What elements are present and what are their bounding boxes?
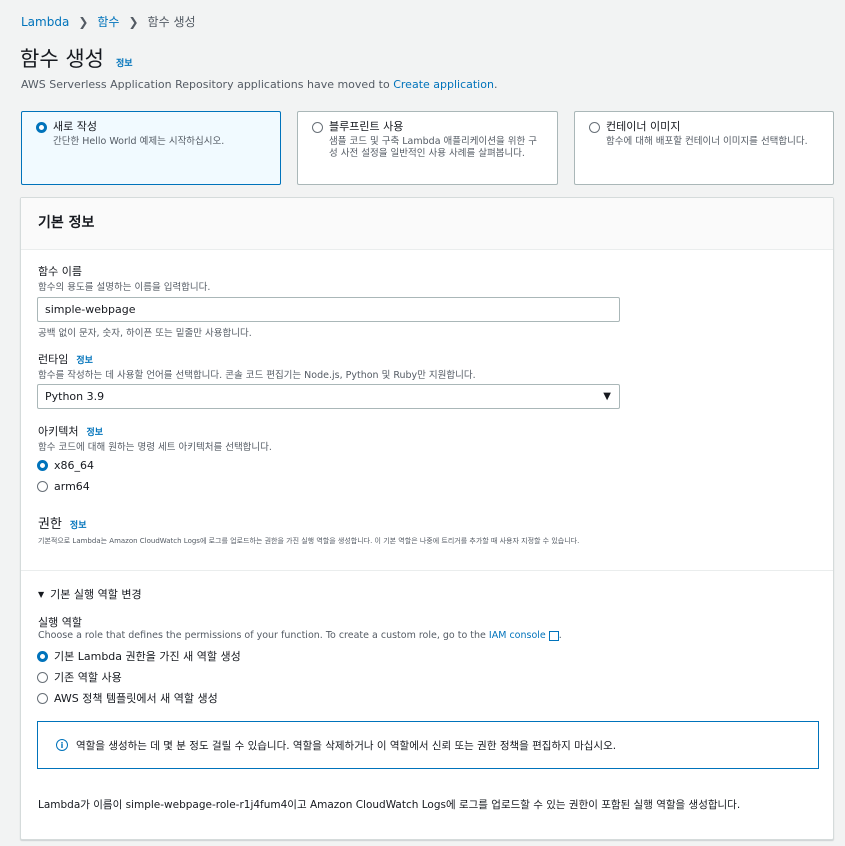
- execution-role-desc: Choose a role that defines the permissio…: [38, 630, 562, 641]
- tile-title: 블루프린트 사용: [329, 120, 404, 133]
- option-label: x86_64: [54, 459, 95, 472]
- info-alert: i 역할을 생성하는 데 몇 분 정도 걸릴 수 있습니다. 역할을 삭제하거나…: [37, 721, 819, 769]
- permissions-label: 권한: [38, 517, 62, 532]
- breadcrumb-current: 함수 생성: [147, 15, 196, 29]
- role-option-new-basic[interactable]: 기본 Lambda 권한을 가진 새 역할 생성: [37, 648, 241, 664]
- radio-new-basic-role[interactable]: [37, 650, 48, 662]
- option-label: arm64: [54, 480, 90, 493]
- role-section-toggle-label: 기본 실행 역할 변경: [50, 588, 142, 601]
- chevron-right-icon: ❯: [128, 14, 139, 29]
- breadcrumb: Lambda ❯ 함수 ❯ 함수 생성: [21, 13, 196, 30]
- radio-x86[interactable]: [37, 460, 48, 471]
- sar-notice: AWS Serverless Application Repository ap…: [21, 78, 497, 91]
- tile-container-image[interactable]: 컨테이너 이미지 함수에 대해 배포할 컨테이너 이미지를 선택합니다.: [574, 111, 834, 185]
- architecture-desc: 함수 코드에 대해 원하는 명령 세트 아키텍처를 선택합니다.: [38, 442, 272, 453]
- breadcrumb-functions-link[interactable]: 함수: [97, 13, 119, 30]
- permissions-label-row: 권한 정보: [38, 513, 86, 532]
- role-option-policy-template[interactable]: AWS 정책 템플릿에서 새 역할 생성: [37, 690, 218, 706]
- role-summary: Lambda가 이름이 simple-webpage-role-r1j4fum4…: [38, 799, 741, 811]
- radio-container-image[interactable]: [589, 121, 600, 133]
- alert-text: 역할을 생성하는 데 몇 분 정도 걸릴 수 있습니다. 역할을 삭제하거나 이…: [76, 739, 617, 752]
- architecture-option-arm64[interactable]: arm64: [37, 480, 90, 493]
- page-title: 함수 생성: [20, 47, 104, 71]
- tile-title: 컨테이너 이미지: [606, 120, 681, 133]
- radio-arm64[interactable]: [37, 481, 48, 492]
- execution-role-label: 실행 역할: [38, 616, 82, 629]
- function-name-desc: 함수의 용도를 설명하는 이름을 입력합니다.: [38, 282, 211, 293]
- runtime-label: 런타임: [38, 353, 69, 366]
- caret-down-icon: ▼: [38, 589, 45, 599]
- runtime-desc: 함수를 작성하는 데 사용할 언어를 선택합니다. 콘솔 코드 편집기는 Nod…: [38, 370, 476, 381]
- permissions-info-link[interactable]: 정보: [70, 518, 87, 531]
- caret-down-icon: ▼: [603, 391, 611, 402]
- option-label: AWS 정책 템플릿에서 새 역할 생성: [54, 692, 218, 705]
- divider: [21, 570, 833, 571]
- title-info-link[interactable]: 정보: [116, 56, 133, 69]
- runtime-select-value: Python 3.9: [45, 390, 105, 403]
- function-name-label: 함수 이름: [38, 265, 82, 278]
- radio-use-blueprint[interactable]: [312, 121, 323, 133]
- runtime-select[interactable]: Python 3.9 ▼: [37, 384, 620, 409]
- tile-desc: 샘플 코드 및 구축 Lambda 애플리케이션을 위한 구성 사전 설정을 일…: [329, 136, 537, 159]
- function-name-hint: 공백 없이 문자, 숫자, 하이픈 또는 밑줄만 사용합니다.: [38, 328, 252, 339]
- architecture-label-row: 아키텍처 정보: [38, 423, 103, 439]
- tile-title: 새로 작성: [53, 120, 97, 133]
- info-icon: i: [56, 739, 68, 751]
- function-name-input[interactable]: simple-webpage: [37, 297, 620, 322]
- architecture-label: 아키텍처: [38, 425, 79, 438]
- radio-author-from-scratch[interactable]: [36, 121, 47, 133]
- page-header: 함수 생성 정보: [20, 43, 133, 73]
- basic-info-panel: 기본 정보 함수 이름 함수의 용도를 설명하는 이름을 입력합니다. simp…: [20, 197, 834, 840]
- create-application-link[interactable]: Create application: [393, 78, 494, 91]
- panel-header: 기본 정보: [21, 198, 833, 250]
- chevron-right-icon: ❯: [78, 14, 89, 29]
- option-label: 기본 Lambda 권한을 가진 새 역할 생성: [54, 650, 241, 663]
- architecture-option-x86[interactable]: x86_64: [37, 459, 94, 472]
- tile-desc: 함수에 대해 배포할 컨테이너 이미지를 선택합니다.: [606, 136, 808, 147]
- radio-existing-role[interactable]: [37, 671, 48, 683]
- iam-console-link[interactable]: IAM console: [489, 630, 546, 641]
- notice-suffix: .: [493, 78, 498, 91]
- external-link-icon: [548, 630, 559, 641]
- role-section-toggle[interactable]: ▼ 기본 실행 역할 변경: [38, 586, 142, 602]
- tile-author-from-scratch[interactable]: 새로 작성 간단한 Hello World 예제는 시작하십시오.: [21, 111, 281, 185]
- role-option-existing[interactable]: 기존 역할 사용: [37, 669, 122, 685]
- runtime-label-row: 런타임 정보: [38, 351, 93, 367]
- tile-use-blueprint[interactable]: 블루프린트 사용 샘플 코드 및 구축 Lambda 애플리케이션을 위한 구성…: [297, 111, 558, 185]
- architecture-info-link[interactable]: 정보: [86, 425, 103, 438]
- runtime-info-link[interactable]: 정보: [76, 353, 93, 366]
- tile-desc: 간단한 Hello World 예제는 시작하십시오.: [53, 136, 225, 147]
- execution-role-desc-text: Choose a role that defines the permissio…: [38, 630, 489, 641]
- radio-policy-template-role[interactable]: [37, 692, 48, 704]
- permissions-desc: 기본적으로 Lambda는 Amazon CloudWatch Logs에 로그…: [38, 537, 580, 545]
- panel-title: 기본 정보: [38, 215, 95, 231]
- notice-text: AWS Serverless Application Repository ap…: [21, 78, 394, 91]
- option-label: 기존 역할 사용: [54, 671, 122, 684]
- breadcrumb-lambda-link[interactable]: Lambda: [21, 15, 69, 29]
